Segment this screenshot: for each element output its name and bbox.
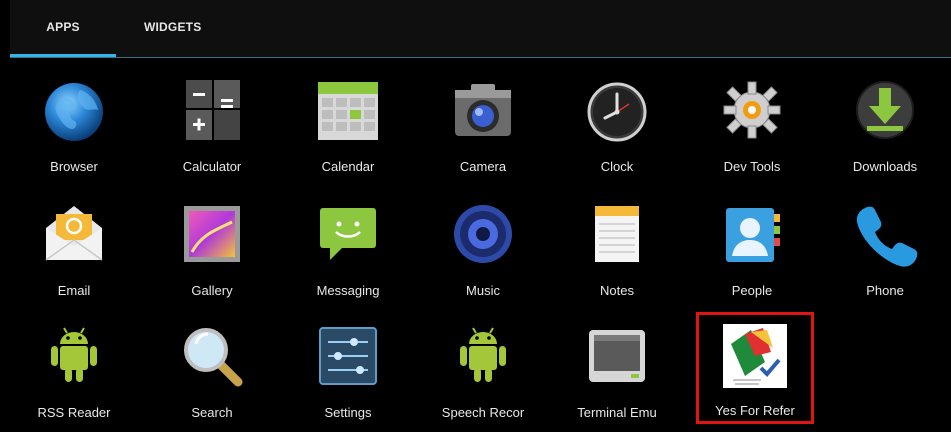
envelope-icon <box>40 200 108 268</box>
app-yes-for-refer[interactable]: Yes For Refer <box>696 312 814 424</box>
clock-icon <box>583 76 651 144</box>
app-label: Messaging <box>316 283 380 298</box>
app-label: Phone <box>866 283 904 298</box>
app-notes[interactable]: Notes <box>558 190 676 302</box>
app-browser[interactable]: Browser <box>15 66 133 178</box>
app-label: Clock <box>600 159 634 174</box>
calendar-icon <box>314 76 382 144</box>
phone-handset-icon <box>851 200 919 268</box>
app-label: Search <box>191 405 233 420</box>
calculator-icon <box>178 76 246 144</box>
app-music[interactable]: Music <box>424 190 542 302</box>
app-label: Dev Tools <box>723 159 781 174</box>
app-label: Notes <box>600 283 634 298</box>
download-icon <box>851 76 919 144</box>
app-search[interactable]: Search <box>153 312 271 424</box>
app-terminal-emulator[interactable]: Terminal Emu <box>558 312 676 424</box>
app-label: Email <box>57 283 91 298</box>
app-settings[interactable]: Settings <box>289 312 407 424</box>
tab-widgets[interactable]: WIDGETS <box>144 0 222 58</box>
app-label: Downloads <box>852 159 918 174</box>
app-label: Settings <box>324 405 372 420</box>
app-drawer: APPS WIDGETS Browser Calculator Calendar <box>0 0 951 432</box>
notepad-icon <box>583 200 651 268</box>
app-calendar[interactable]: Calendar <box>289 66 407 178</box>
app-messaging[interactable]: Messaging <box>289 190 407 302</box>
app-camera[interactable]: Camera <box>424 66 542 178</box>
app-downloads[interactable]: Downloads <box>826 66 944 178</box>
gallery-icon <box>178 200 246 268</box>
gear-icon <box>718 76 786 144</box>
camera-icon <box>449 76 517 144</box>
tab-bar: APPS WIDGETS <box>10 0 951 58</box>
android-robot-icon <box>40 322 108 390</box>
tab-bar-divider <box>10 57 951 58</box>
app-calculator[interactable]: Calculator <box>153 66 271 178</box>
app-label: RSS Reader <box>37 405 111 420</box>
app-label: Camera <box>459 159 507 174</box>
app-label: Gallery <box>191 283 233 298</box>
app-speech-recorder[interactable]: Speech Recor <box>424 312 542 424</box>
app-label: Yes For Refer <box>715 403 795 418</box>
contacts-icon <box>718 200 786 268</box>
app-phone[interactable]: Phone <box>826 190 944 302</box>
globe-icon <box>40 76 108 144</box>
terminal-icon <box>583 322 651 390</box>
app-dev-tools[interactable]: Dev Tools <box>693 66 811 178</box>
app-label: Browser <box>50 159 98 174</box>
android-robot-icon <box>449 322 517 390</box>
app-label: Calculator <box>182 159 242 174</box>
app-gallery[interactable]: Gallery <box>153 190 271 302</box>
app-label: Music <box>466 283 500 298</box>
app-label: Speech Recor <box>441 405 525 420</box>
speaker-icon <box>449 200 517 268</box>
chat-bubble-icon <box>314 200 382 268</box>
app-rss-reader[interactable]: RSS Reader <box>15 312 133 424</box>
sliders-icon <box>314 322 382 390</box>
yes-for-refer-logo-icon <box>721 322 789 390</box>
app-label: Terminal Emu <box>577 405 657 420</box>
magnifier-icon <box>178 322 246 390</box>
app-label: Calendar <box>321 159 375 174</box>
app-label: People <box>731 283 773 298</box>
app-email[interactable]: Email <box>15 190 133 302</box>
app-clock[interactable]: Clock <box>558 66 676 178</box>
tab-apps[interactable]: APPS <box>10 0 116 58</box>
app-people[interactable]: People <box>693 190 811 302</box>
